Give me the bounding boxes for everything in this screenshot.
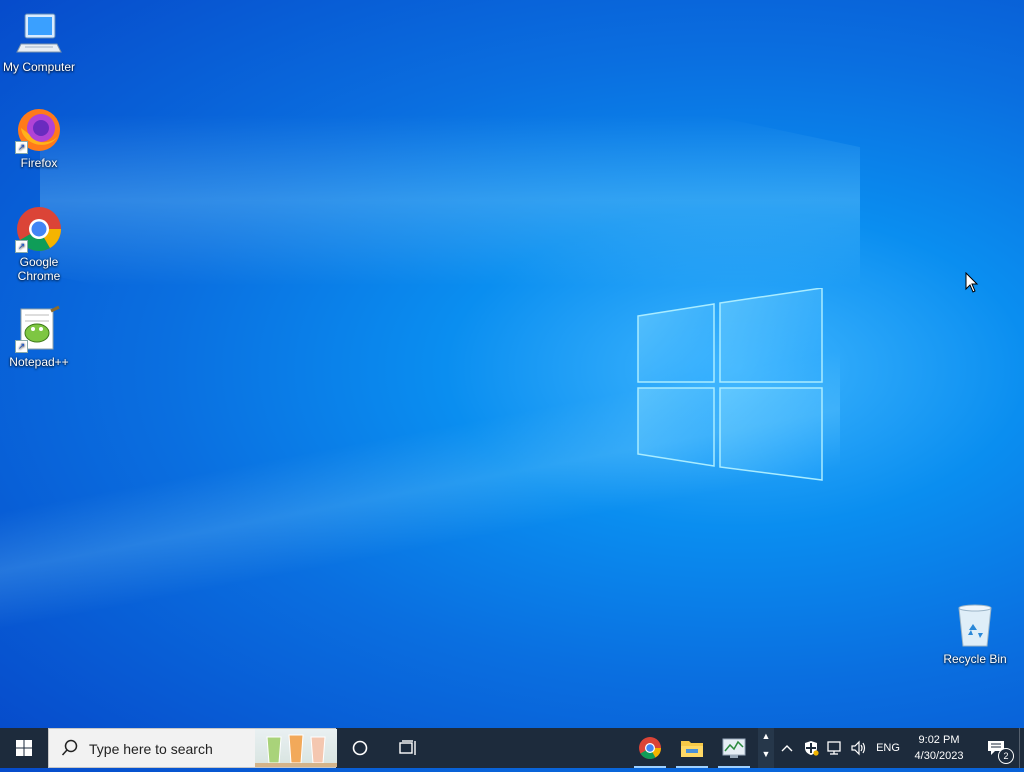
show-desktop-button[interactable]: [1019, 728, 1024, 768]
clock-date: 4/30/2023: [914, 750, 964, 762]
clock-time: 9:02 PM: [918, 734, 960, 746]
input-language-indicator[interactable]: ENG: [873, 728, 903, 768]
desktop-icon-notepadpp[interactable]: ↗ Notepad++: [1, 305, 77, 369]
search-box[interactable]: Type here to search: [48, 728, 337, 768]
notification-count-badge: 2: [998, 748, 1014, 764]
tray-volume-icon[interactable]: [848, 728, 870, 768]
chrome-icon: [639, 737, 661, 759]
computer-icon: [15, 10, 63, 58]
start-button[interactable]: [0, 728, 48, 768]
windows-start-icon: [16, 740, 32, 756]
taskbar-scroll-arrows[interactable]: ▲ ▼: [758, 728, 774, 768]
tray-security-icon[interactable]: [800, 728, 822, 768]
mouse-cursor-icon: [965, 272, 979, 293]
search-icon: [61, 739, 78, 756]
task-manager-icon: [722, 738, 746, 758]
shortcut-arrow-icon: ↗: [15, 141, 28, 154]
task-view-icon: [399, 740, 416, 755]
desktop-icon-label: Recycle Bin: [943, 652, 1007, 666]
desktop-icon-label: My Computer: [2, 60, 76, 74]
clock[interactable]: 9:02 PM 4/30/2023: [906, 732, 972, 764]
shortcut-arrow-icon: ↗: [15, 240, 28, 253]
cortana-button[interactable]: [338, 728, 382, 768]
taskbar-app-chrome[interactable]: [630, 728, 670, 768]
taskbar-app-file-explorer[interactable]: [672, 728, 712, 768]
search-placeholder: Type here to search: [89, 741, 213, 757]
notepadpp-icon: ↗: [15, 305, 63, 353]
taskbar-app-task-manager[interactable]: [714, 728, 754, 768]
tray-network-icon[interactable]: [824, 728, 846, 768]
desktop-icon-label: Notepad++: [9, 355, 69, 369]
desktop-icon-recycle-bin[interactable]: Recycle Bin: [937, 602, 1013, 666]
show-hidden-icons-button[interactable]: [778, 728, 796, 768]
shortcut-arrow-icon: ↗: [15, 340, 28, 353]
firefox-icon: ↗: [15, 106, 63, 154]
shield-icon: [805, 741, 819, 756]
search-highlight-image: [255, 729, 337, 767]
cortana-circle-icon: [352, 740, 368, 756]
desktop-icon-label: Google Chrome: [17, 255, 61, 283]
desktop-icon-google-chrome[interactable]: ↗ Google Chrome: [1, 205, 77, 283]
speaker-icon: [851, 740, 866, 756]
chevron-down-icon[interactable]: ▼: [758, 749, 774, 759]
action-center-button[interactable]: 2: [978, 728, 1014, 768]
task-view-button[interactable]: [386, 728, 430, 768]
desktop-icon-my-computer[interactable]: My Computer: [1, 10, 77, 74]
recycle-bin-icon: [951, 602, 999, 650]
windows-logo-wallpaper: [637, 288, 823, 481]
network-icon: [827, 741, 841, 755]
taskbar: Type here to search ▲ ▼ ENG 9:02 PM 4/30…: [0, 728, 1024, 768]
file-explorer-icon: [681, 741, 703, 757]
chrome-icon: ↗: [15, 205, 63, 253]
desktop-icon-label: Firefox: [20, 156, 58, 170]
chevron-up-icon: [781, 745, 793, 752]
chevron-up-icon[interactable]: ▲: [758, 731, 774, 741]
desktop-icon-firefox[interactable]: ↗ Firefox: [1, 106, 77, 170]
